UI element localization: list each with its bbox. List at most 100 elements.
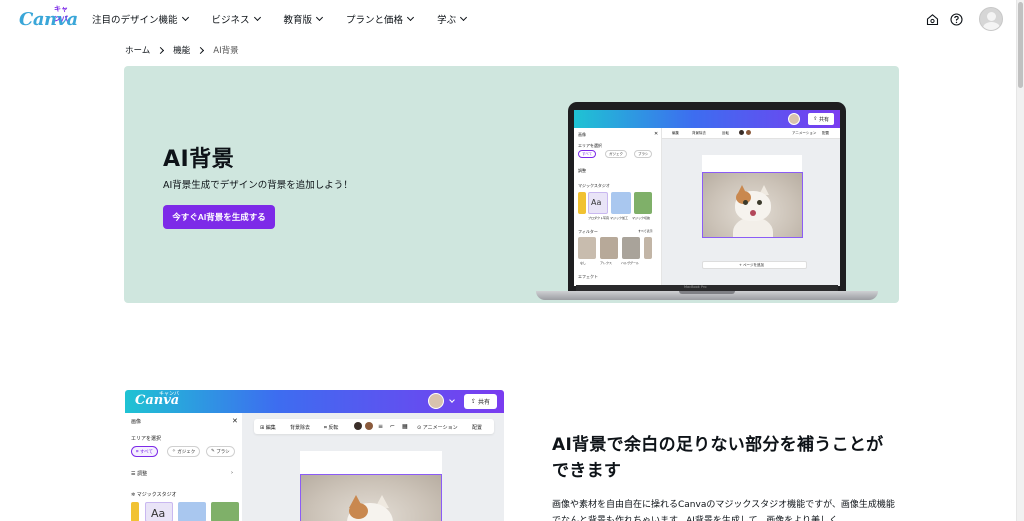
editor-share-button: ⇪ 共有 — [464, 394, 497, 409]
editor-logo-kana: キャンバ — [159, 391, 180, 397]
toolbar-edit: ⊞ 編集 — [260, 424, 276, 431]
help-icon[interactable] — [949, 12, 963, 26]
select-area-label: エリアを選択 — [131, 436, 162, 442]
color-swatch-dark — [739, 130, 744, 135]
scrollbar-thumb[interactable] — [1018, 2, 1023, 88]
toolbar-animation: アニメーション — [792, 131, 817, 135]
editor-side-panel: 画像 ✕ エリアを選択 ⌗ すべて ✧ ガジェク ✎ ブラシ ☰ 調整 › ✲ … — [125, 413, 242, 521]
breadcrumb: ホーム 機能 AI背景 — [125, 44, 239, 56]
color-swatch-brown — [365, 422, 373, 430]
cat-photo — [702, 172, 803, 238]
nav-item-label: 注目のデザイン機能 — [92, 15, 178, 26]
generate-ai-background-button[interactable]: 今すぐAI背景を生成する — [163, 205, 275, 229]
editor-canvas-area: ⊞ 編集 背景除去 ⌗ 反転 ≡ ⌐ ▦ ⊙ アニメーション 配置 — [242, 413, 504, 521]
magic-studio-label: マジックスタジオ — [578, 183, 610, 188]
chip-all-label: すべて — [582, 151, 593, 156]
see-all-link: すべて表示 — [638, 229, 653, 233]
filter-thumb — [622, 237, 640, 259]
nav-item-label: プランと価格 — [346, 15, 404, 26]
toolbar-flip: ⌗ 反転 — [324, 424, 338, 431]
editor-topbar: ⇪ 共有 — [574, 110, 840, 128]
select-area-label: エリアを選択 — [578, 143, 602, 148]
editor-side-panel: 画像 ✕ エリアを選択 すべて ガジェク ブラシ 調整 マジックスタジオ Aa … — [574, 128, 662, 286]
nav-actions — [915, 7, 1003, 31]
filter-thumb — [600, 237, 618, 259]
editor-screenshot-image: Canva キャンバ ⇪ 共有 画像 ✕ エリアを選択 ⌗ すべて ✧ ガジェク… — [125, 390, 504, 521]
nav-item-learn[interactable]: 学ぶ — [437, 12, 468, 26]
avatar-head-shape — [987, 12, 996, 21]
chevron-down-icon — [181, 13, 189, 22]
close-icon: ✕ — [232, 417, 238, 425]
chip-gadget: ガジェク — [605, 150, 627, 158]
chip-brush-label: ブラシ — [638, 151, 649, 156]
filter-item-label: ハルヴグール — [621, 261, 640, 265]
nav-item-label: 学ぶ — [437, 15, 457, 26]
toolbar-edit: 編集 — [672, 131, 679, 135]
canva-logo[interactable]: Canva キャンバ — [19, 5, 78, 31]
line-style-icon: ≡ — [378, 423, 384, 430]
laptop-screen: ⇪ 共有 画像 ✕ エリアを選択 すべて ガジェク ブラシ 調整 マジックスタジ… — [574, 110, 840, 286]
main-menu: 注目のデザイン機能 ビジネス 教育版 プランと価格 学ぶ — [92, 12, 490, 26]
cat-mouth — [750, 210, 756, 216]
nav-item-pricing[interactable]: プランと価格 — [346, 12, 415, 26]
adjust-label: 調整 — [137, 471, 148, 477]
editor-share-label: 共有 — [477, 399, 490, 406]
editor-share-button: ⇪ 共有 — [808, 113, 834, 125]
corner-icon: ⌐ — [390, 423, 396, 430]
nav-item-education[interactable]: 教育版 — [283, 12, 324, 26]
add-page-label: + ページを追加 — [739, 263, 764, 267]
chip-all: ⌗ すべて — [131, 446, 158, 457]
toolbar-flip: 反転 — [722, 131, 729, 135]
nav-item-label: ビジネス — [211, 15, 250, 26]
breadcrumb-current: AI背景 — [213, 46, 239, 56]
editor-canvas-area: 編集 背景除去 反転 アニメーション 配置 + ページを追加 — [662, 128, 840, 286]
close-icon: ✕ — [654, 131, 659, 137]
home-icon[interactable] — [925, 12, 939, 26]
chevron-down-icon — [449, 397, 455, 403]
laptop-notch — [679, 291, 735, 294]
breadcrumb-home[interactable]: ホーム — [125, 44, 150, 56]
cat-photo — [300, 474, 442, 521]
editor-avatar — [788, 113, 800, 125]
nav-item-label: 教育版 — [283, 15, 313, 26]
section-heading: AI背景で余白の足りない部分を補うことができます — [552, 435, 884, 481]
chip-brush: ✎ ブラシ — [206, 446, 235, 457]
avatar[interactable] — [979, 7, 1003, 31]
chevron-right-icon — [197, 46, 205, 54]
magic-thumb-text: Aa — [145, 502, 173, 521]
chevron-right-icon — [157, 46, 165, 54]
panel-title: 画像 — [131, 419, 142, 425]
nav-item-featured[interactable]: 注目のデザイン機能 — [92, 12, 189, 26]
page-scrollbar[interactable] — [1016, 0, 1024, 521]
toolbar-bg-remove: 背景除去 — [290, 425, 311, 431]
chip-all: すべて — [578, 150, 597, 158]
color-swatch-brown — [746, 130, 751, 135]
chip-brush: ブラシ — [634, 150, 653, 158]
toolbar-bg-remove: 背景除去 — [692, 131, 706, 135]
magic-item-label: プロダクト写真 — [588, 216, 610, 220]
toolbar-position: 配置 — [822, 131, 829, 135]
nav-item-business[interactable]: ビジネス — [211, 12, 261, 26]
laptop-brand-label: MacBook Pro — [684, 285, 707, 289]
editor-topbar: Canva キャンバ ⇪ 共有 — [125, 390, 504, 413]
magic-thumb-partial — [578, 192, 586, 214]
adjust-label: 調整 — [578, 168, 586, 173]
editor-share-label: 共有 — [818, 116, 829, 123]
editor-toolbar: ⊞ 編集 背景除去 ⌗ 反転 ≡ ⌐ ▦ ⊙ アニメーション 配置 — [254, 419, 494, 434]
filter-item-label: なし — [580, 261, 587, 265]
avatar-body-shape — [983, 22, 1000, 30]
toolbar-flip-label: 反転 — [328, 425, 339, 431]
magic-thumb-cutout — [211, 502, 239, 521]
magic-thumb-partial — [131, 502, 139, 521]
chip-gadget: ✧ ガジェク — [167, 446, 201, 457]
chevron-down-icon — [253, 13, 261, 22]
share-icon: ⇪ — [471, 398, 478, 405]
magic-thumb-edit — [178, 502, 206, 521]
transparency-icon: ▦ — [402, 423, 408, 430]
breadcrumb-features[interactable]: 機能 — [173, 44, 190, 56]
filter-item-label: アレクス — [600, 261, 612, 265]
magic-item-label: マジック加工 — [610, 216, 629, 220]
effects-label: エフェクト — [578, 274, 598, 279]
hero-subtitle: AI背景生成でデザインの背景を追加しよう！ — [163, 180, 353, 191]
cat-eye-right — [757, 200, 762, 205]
